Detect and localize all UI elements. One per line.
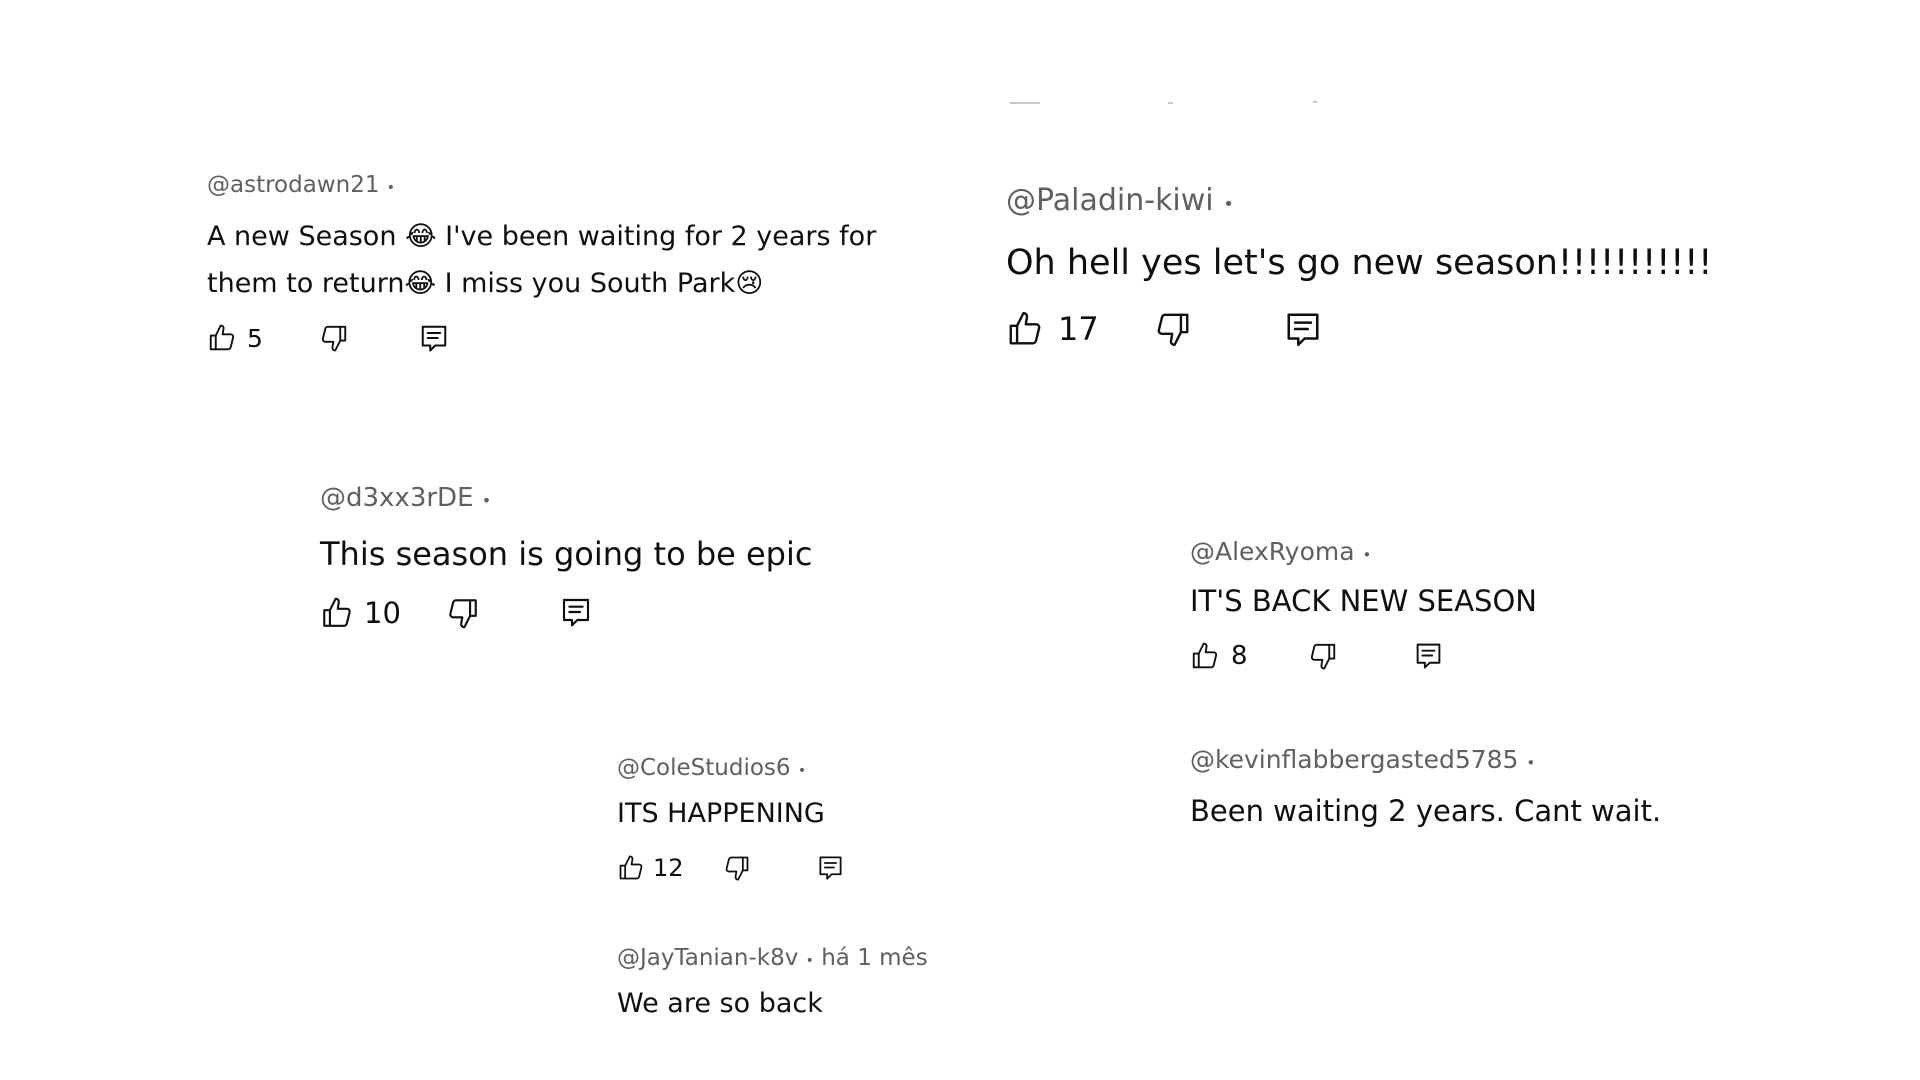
dislike-button[interactable] bbox=[319, 323, 349, 353]
like-button[interactable]: 10 bbox=[320, 596, 401, 630]
author-handle[interactable]: @ColeStudios6 bbox=[617, 755, 791, 781]
comment-header: @kevinflabbergasted5785 • bbox=[1190, 744, 1750, 779]
reply-icon bbox=[1416, 643, 1441, 669]
comment: @kevinflabbergasted5785 • Been waiting 2… bbox=[1190, 744, 1750, 831]
comments-collage: @astrodawn21 • A new Season 😂 I've been … bbox=[0, 0, 1920, 1080]
dislike-button[interactable] bbox=[723, 854, 751, 882]
comment-actions: 17 bbox=[1006, 310, 1766, 356]
comment-text: Been waiting 2 years. Cant wait. bbox=[1190, 794, 1662, 828]
reply-icon bbox=[421, 325, 447, 352]
comment-actions: 12 bbox=[617, 854, 1037, 886]
comment-timestamp: há 1 mês bbox=[821, 945, 928, 971]
like-button[interactable]: 17 bbox=[1006, 310, 1099, 348]
meta-separator: • bbox=[386, 180, 396, 196]
meta-separator: • bbox=[481, 491, 492, 510]
comment: @astrodawn21 • A new Season 😂 I've been … bbox=[207, 170, 927, 363]
comment-actions: 8 bbox=[1190, 641, 1750, 677]
like-count: 10 bbox=[364, 596, 401, 630]
comment: @Paladin-kiwi • Oh hell yes let's go new… bbox=[1006, 182, 1766, 356]
comment: @AlexRyoma • IT'S BACK NEW SEASON 8 bbox=[1190, 536, 1750, 677]
comment-header: @Paladin-kiwi • bbox=[1006, 182, 1766, 224]
reply-button[interactable] bbox=[1414, 641, 1443, 670]
comment-text: Oh hell yes let's go new season!!!!!!!!!… bbox=[1006, 243, 1713, 283]
thumbs-up-icon bbox=[323, 597, 351, 627]
comment-text: A new Season 😂 I've been waiting for 2 y… bbox=[207, 221, 877, 299]
cropped-line bbox=[1168, 102, 1173, 104]
comment: @d3xx3rDE • This season is going to be e… bbox=[320, 481, 940, 636]
reply-icon bbox=[1287, 313, 1319, 347]
comment-header: @ColeStudios6 • bbox=[617, 753, 1037, 786]
reply-button[interactable] bbox=[1284, 310, 1322, 348]
like-count: 5 bbox=[247, 323, 263, 353]
meta-separator: • bbox=[805, 953, 814, 969]
thumbs-up-icon bbox=[1009, 311, 1041, 345]
comment-text: ITS HAPPENING bbox=[617, 798, 825, 829]
comment-header: @JayTanian-k8v • há 1 mês bbox=[617, 943, 1117, 976]
cropped-line bbox=[1010, 102, 1040, 104]
author-handle[interactable]: @JayTanian-k8v bbox=[617, 945, 798, 971]
comment: @JayTanian-k8v • há 1 mês We are so back bbox=[617, 943, 1117, 1022]
thumbs-down-icon bbox=[321, 325, 347, 352]
comment-text: This season is going to be epic bbox=[320, 535, 813, 573]
author-handle[interactable]: @Paladin-kiwi bbox=[1006, 183, 1214, 218]
cropped-line bbox=[1313, 101, 1317, 103]
meta-separator: • bbox=[1223, 194, 1234, 215]
reply-icon bbox=[562, 598, 590, 627]
meta-separator: • bbox=[797, 763, 807, 779]
like-button[interactable]: 5 bbox=[207, 323, 263, 353]
reply-button[interactable] bbox=[419, 323, 449, 353]
reply-icon bbox=[819, 856, 842, 880]
dislike-button[interactable] bbox=[1154, 310, 1192, 348]
comment-header: @AlexRyoma • bbox=[1190, 536, 1750, 571]
thumbs-down-icon bbox=[1310, 643, 1336, 670]
comment-header: @d3xx3rDE • bbox=[320, 481, 940, 518]
like-count: 12 bbox=[653, 854, 684, 882]
dislike-button[interactable] bbox=[446, 596, 480, 630]
thumbs-down-icon bbox=[1157, 313, 1189, 347]
author-handle[interactable]: @AlexRyoma bbox=[1190, 537, 1355, 566]
meta-separator: • bbox=[1526, 754, 1536, 772]
like-button[interactable]: 8 bbox=[1190, 641, 1248, 671]
like-button[interactable]: 12 bbox=[617, 854, 684, 882]
meta-separator: • bbox=[1362, 546, 1372, 564]
comment-text: We are so back bbox=[617, 988, 823, 1019]
like-count: 17 bbox=[1058, 310, 1099, 348]
author-handle[interactable]: @d3xx3rDE bbox=[320, 483, 474, 513]
thumbs-up-icon bbox=[209, 324, 235, 351]
reply-button[interactable] bbox=[817, 854, 844, 881]
author-handle[interactable]: @astrodawn21 bbox=[207, 172, 379, 198]
comment-actions: 10 bbox=[320, 596, 940, 636]
comment: @ColeStudios6 • ITS HAPPENING 12 bbox=[617, 753, 1037, 886]
thumbs-down-icon bbox=[449, 599, 477, 629]
thumbs-up-icon bbox=[1192, 642, 1218, 669]
thumbs-up-icon bbox=[619, 855, 643, 880]
reply-button[interactable] bbox=[560, 596, 592, 628]
comment-actions: 5 bbox=[207, 323, 927, 363]
comment-header: @astrodawn21 • bbox=[207, 170, 927, 203]
like-count: 8 bbox=[1231, 641, 1248, 671]
thumbs-down-icon bbox=[725, 856, 749, 881]
comment-text: IT'S BACK NEW SEASON bbox=[1190, 584, 1537, 618]
author-handle[interactable]: @kevinflabbergasted5785 bbox=[1190, 745, 1518, 774]
dislike-button[interactable] bbox=[1308, 641, 1338, 671]
